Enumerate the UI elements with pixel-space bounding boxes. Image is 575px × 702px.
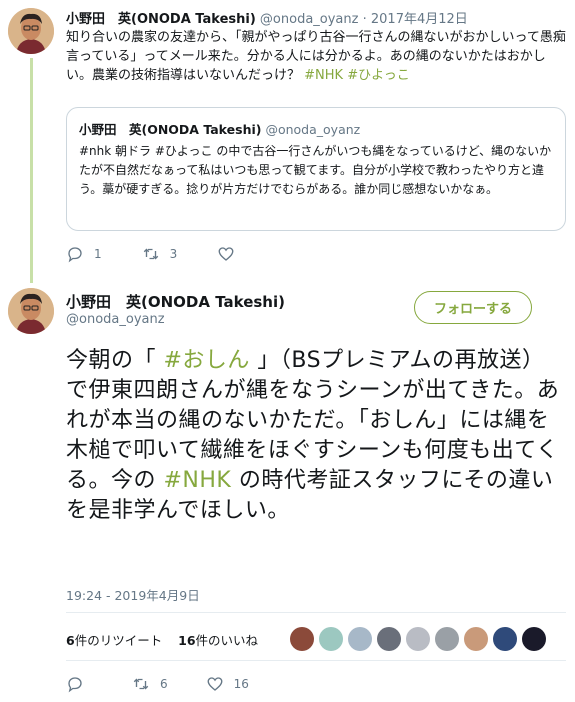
parent-tweet-text: 知り合いの農家の友達から、「親がやっぱり古谷一行さんの縄ないがおかしいって愚痴言…: [66, 28, 566, 85]
like-stat-label: 件のいいね: [195, 633, 259, 648]
engagement-stats: 6件のリツイート 16件のいいね: [66, 630, 258, 649]
parent-reply-button[interactable]: 1: [66, 245, 102, 263]
main-author-name[interactable]: 小野田 英(ONODA Takeshi): [66, 291, 285, 312]
liker-avatar[interactable]: [493, 627, 517, 651]
main-like-button[interactable]: 16: [206, 675, 249, 693]
parent-like-button[interactable]: [217, 245, 245, 263]
liker-avatar[interactable]: [377, 627, 401, 651]
follow-button[interactable]: フォローする: [414, 291, 532, 324]
main-text-part1: 今朝の「: [66, 348, 164, 373]
liker-avatar[interactable]: [290, 627, 314, 651]
parent-author-name[interactable]: 小野田 英(ONODA Takeshi): [66, 12, 256, 27]
main-avatar[interactable]: [8, 288, 54, 334]
quote-handle: @onoda_oyanz: [265, 122, 361, 137]
main-like-count: 16: [233, 677, 249, 691]
liker-avatar[interactable]: [406, 627, 430, 651]
main-retweet-button[interactable]: 6: [132, 675, 168, 693]
parent-handle[interactable]: @onoda_oyanz: [260, 12, 359, 27]
parent-retweet-button[interactable]: 3: [142, 245, 178, 263]
main-timestamp[interactable]: 19:24 - 2019年4月9日: [66, 585, 200, 604]
retweet-icon: [143, 248, 158, 260]
liker-avatar[interactable]: [464, 627, 488, 651]
retweet-stat-count: 6: [66, 633, 75, 648]
parent-separator: ·: [362, 12, 367, 27]
liker-avatar[interactable]: [522, 627, 546, 651]
liker-avatar[interactable]: [319, 627, 343, 651]
hashtag-nhk-link[interactable]: #NHK: [304, 68, 343, 83]
thread-line: [30, 58, 33, 283]
hashtag-nhk-main-link[interactable]: #NHK: [164, 468, 232, 493]
like-stat[interactable]: 16件のいいね: [178, 633, 258, 648]
main-retweet-count: 6: [160, 677, 168, 691]
reply-icon: [68, 247, 82, 263]
like-stat-count: 16: [178, 633, 196, 648]
liker-avatar[interactable]: [435, 627, 459, 651]
like-icon: [207, 677, 223, 691]
liker-avatars: [290, 627, 551, 651]
parent-reply-count: 1: [94, 247, 102, 261]
retweet-icon: [133, 678, 149, 690]
main-reply-button[interactable]: [66, 675, 94, 693]
quote-text: #nhk 朝ドラ #ひよっこ の中で古谷一行さんがいつも縄をなっているけど、縄の…: [79, 144, 552, 196]
parent-header: 小野田 英(ONODA Takeshi) @onoda_oyanz · 2017…: [66, 8, 468, 27]
parent-date[interactable]: 2017年4月12日: [371, 12, 468, 27]
quoted-tweet[interactable]: 小野田 英(ONODA Takeshi) @onoda_oyanz #nhk 朝…: [66, 107, 566, 231]
main-handle[interactable]: @onoda_oyanz: [66, 312, 165, 327]
like-icon: [218, 247, 234, 261]
divider-top: [66, 612, 566, 613]
liker-avatar[interactable]: [348, 627, 372, 651]
parent-avatar[interactable]: [8, 8, 54, 54]
quote-author-name: 小野田 英(ONODA Takeshi): [79, 122, 262, 137]
main-action-bar: 6 16: [66, 675, 287, 693]
parent-action-bar: 1 3: [66, 245, 285, 263]
retweet-stat-label: 件のリツイート: [74, 633, 163, 648]
parent-retweet-count: 3: [169, 247, 178, 261]
reply-icon: [68, 677, 82, 693]
hashtag-hiyokko-link[interactable]: #ひよっこ: [347, 68, 410, 83]
quote-header: 小野田 英(ONODA Takeshi) @onoda_oyanz: [79, 119, 553, 138]
divider-bottom: [66, 660, 566, 661]
hashtag-oshin-link[interactable]: #おしん: [164, 348, 250, 373]
retweet-stat[interactable]: 6件のリツイート: [66, 633, 162, 648]
main-tweet-text: 今朝の「 #おしん 」（BSプレミアムの再放送）で伊東四朗さんが縄をなうシーンが…: [66, 346, 566, 526]
